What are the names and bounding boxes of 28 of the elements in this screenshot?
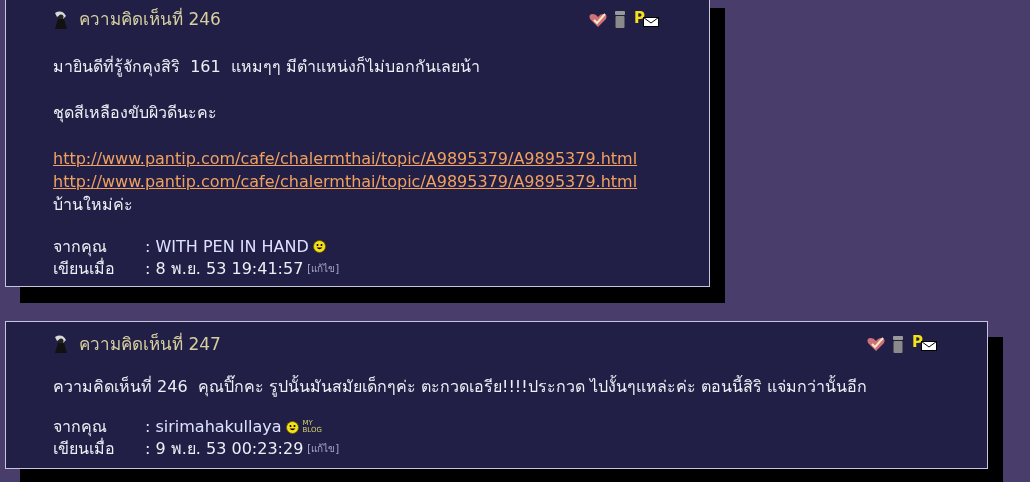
heart-check-icon[interactable] <box>588 11 608 28</box>
comment-title: ความคิดเห็นที่ 246 <box>79 7 221 31</box>
author-name: : sirimahakullaya <box>145 416 282 438</box>
heart-check-icon[interactable] <box>866 336 886 353</box>
smiley-icon <box>312 240 326 253</box>
comment-text: มายินดีที่รู้จักคุงสิริ 161 แหมๆๆ มีตำแหน่งก็ไม่บอกกันเลยน้า <box>53 55 481 78</box>
author-name: : WITH PEN IN HAND <box>145 235 309 258</box>
edit-link[interactable]: [แก้ไข] <box>307 257 340 280</box>
comment-text: ชุดสีเหลืองขับผิวดีนะคะ <box>53 101 218 124</box>
envelope-icon <box>643 16 659 27</box>
date-label: เขียนเมื่อ <box>53 257 116 280</box>
topic-link[interactable]: http://www.pantip.com/cafe/chalermthai/topic/A9895379/A9895379.html <box>53 146 638 170</box>
private-message-button[interactable]: P <box>912 335 937 354</box>
comment-text: บ้านใหม่ค่ะ <box>53 193 134 216</box>
private-message-button[interactable]: P <box>634 10 659 29</box>
post-date: : 8 พ.ย. 53 19:41:57 <box>145 257 304 280</box>
comment-title: ความคิดเห็นที่ 247 <box>79 331 221 356</box>
smiley-icon <box>285 420 299 434</box>
comment-text: ความคิดเห็นที่ 246 คุณปิ๊กคะ รูปนั้นมันสมัยเด็กๆค่ะ ตะกวดเอรีย!!!!ประกวด ไปงั้นๆแหล่ะค่ะ ตอนนี้สิริ แจ่มกว่านั้นอีก <box>53 375 868 398</box>
edit-link[interactable]: [แก้ไข] <box>307 438 340 460</box>
topic-link[interactable]: http://www.pantip.com/cafe/chalermthai/topic/A9895379/A9895379.html <box>53 169 638 193</box>
from-label: จากคุณ <box>53 416 107 437</box>
envelope-icon <box>921 341 937 352</box>
post-date: : 9 พ.ย. 53 00:23:29 <box>145 438 304 460</box>
trash-icon[interactable] <box>614 11 626 29</box>
from-label: จากคุณ <box>53 235 107 257</box>
date-label: เขียนเมื่อ <box>53 438 145 460</box>
trash-icon[interactable] <box>892 335 904 353</box>
